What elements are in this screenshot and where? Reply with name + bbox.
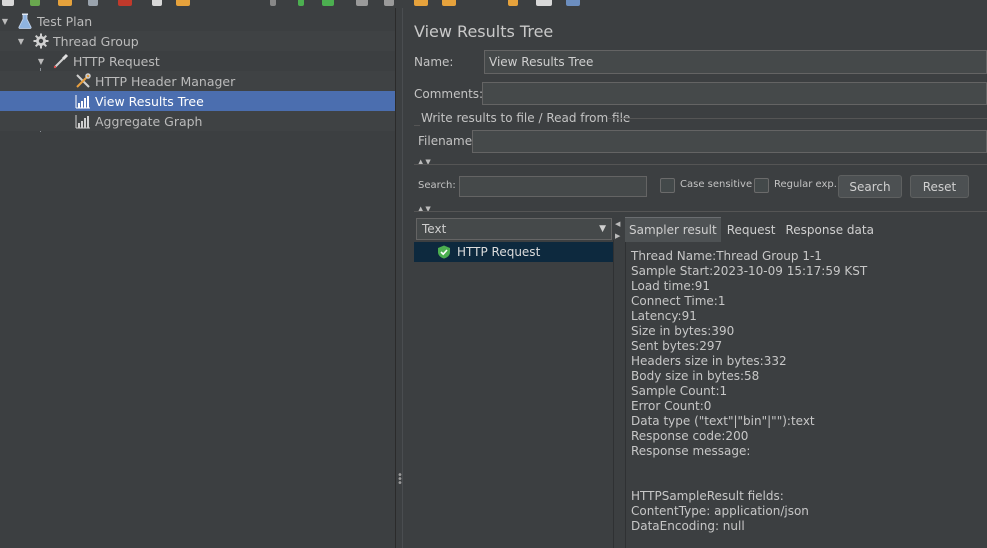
open-icon[interactable] [58,0,72,6]
start-no-pauses-icon[interactable] [322,0,334,6]
help-icon[interactable] [566,0,580,6]
result-line: Size in bytes:390 [631,324,735,338]
collapse-right-icon[interactable]: ▶ [615,232,620,240]
collapse-left-icon[interactable]: ◀ [615,220,620,228]
search-tree-icon[interactable] [508,0,518,6]
function-helper-icon[interactable] [536,0,552,6]
tree-item-label: HTTP Header Manager [95,73,236,89]
search-input[interactable] [459,176,647,197]
tree-item-view-results-tree[interactable]: View Results Tree [0,91,395,111]
file-section-border [414,125,420,126]
name-field[interactable]: View Results Tree [484,50,987,74]
result-line: Connect Time:1 [631,294,726,308]
tab-response-data[interactable]: Response data [781,218,877,242]
expand-arrow-icon[interactable]: ▼ [36,56,46,66]
tree-item-label: Aggregate Graph [95,113,203,129]
case-sensitive-label: Case sensitive [680,179,753,190]
reset-button[interactable]: Reset [910,175,969,198]
result-line: Thread Name:Thread Group 1-1 [631,249,822,263]
wrench-icon [74,72,92,90]
stop-icon[interactable] [356,0,368,6]
tree-item-label: Test Plan [37,13,93,29]
result-line: Headers size in bytes:332 [631,354,787,368]
main-splitter[interactable] [395,8,403,548]
sample-list: HTTP Request [414,240,614,548]
regular-exp-label: Regular exp. [774,179,837,190]
page-title: View Results Tree [414,22,554,41]
tree-item-http-request[interactable]: ▼ HTTP Request [0,51,395,71]
tab-request[interactable]: Request [723,218,780,242]
chevron-down-icon: ▼ [599,224,606,234]
comments-label: Comments: [414,87,484,101]
clear-all-icon[interactable] [442,0,456,6]
filename-label: Filename [418,134,473,148]
search-label: Search: [418,180,456,191]
results-splitter[interactable]: ◀ ▶ [613,214,623,548]
toggle-icon[interactable] [270,0,276,6]
tab-sampler-result[interactable]: Sampler result [625,217,721,242]
renderer-select[interactable]: Text ▼ [416,218,612,240]
start-icon[interactable] [298,0,304,6]
regular-exp-checkbox[interactable] [754,178,769,193]
result-line: Error Count:0 [631,399,712,413]
pipette-icon [52,52,70,70]
comments-field[interactable] [482,82,987,105]
tree-item-thread-group[interactable]: ▼ Thread Group [0,31,395,51]
expand-arrow-icon[interactable]: ▼ [0,16,10,26]
result-line: Load time:91 [631,279,711,293]
paste-icon[interactable] [176,0,190,6]
divider [414,211,987,212]
view-results-tree-panel: View Results Tree Name: View Results Tre… [403,8,987,548]
result-line: Data type ("text"|"bin"|""):text [631,414,815,428]
result-line: DataEncoding: null [631,519,745,533]
result-line: Sent bytes:297 [631,339,723,353]
shutdown-icon[interactable] [384,0,394,6]
toolbar [0,0,987,8]
clear-icon[interactable] [414,0,428,6]
renderer-selected: Text [422,222,447,236]
case-sensitive-checkbox[interactable] [660,178,675,193]
tree-item-aggregate-graph[interactable]: Aggregate Graph [0,111,395,131]
flask-icon [16,12,34,30]
expand-arrow-icon[interactable]: ▼ [16,36,26,46]
list-item-label: HTTP Request [457,245,541,259]
copy-icon[interactable] [152,0,162,6]
cut-icon[interactable] [118,0,132,6]
success-shield-icon [437,245,451,259]
filename-field[interactable] [472,130,987,153]
save-icon[interactable] [88,0,98,6]
result-tabs: Sampler result Request Response data [625,216,880,242]
tree-item-http-header-manager[interactable]: HTTP Header Manager [0,71,395,91]
sampler-result-text[interactable]: Thread Name:Thread Group 1-1 Sample Star… [625,242,987,548]
divider [414,164,987,165]
name-label: Name: [414,55,454,69]
graph-icon [74,92,92,110]
result-line: Sample Count:1 [631,384,728,398]
file-section-title: Write results to file / Read from file [421,111,631,125]
result-line: HTTPSampleResult fields: [631,489,784,503]
file-section-border [607,118,987,119]
list-item-http-request[interactable]: HTTP Request [414,242,613,262]
tree-item-label: Thread Group [53,33,139,49]
new-icon[interactable] [2,0,14,6]
result-line: Response message: [631,444,751,458]
tree-item-label: View Results Tree [95,93,204,109]
result-line: Response code:200 [631,429,749,443]
search-button[interactable]: Search [838,175,902,198]
test-plan-tree: ▼ Test Plan ▼ Thread Group ▼ HTTP Reques… [0,8,395,548]
result-line: Latency:91 [631,309,697,323]
tree-item-test-plan[interactable]: ▼ Test Plan [0,11,395,31]
tree-item-label: HTTP Request [73,53,160,69]
templates-icon[interactable] [30,0,40,6]
gear-icon [32,32,50,50]
result-line: Body size in bytes:58 [631,369,760,383]
result-line: Sample Start:2023-10-09 15:17:59 KST [631,264,868,278]
graph-icon [74,112,92,130]
result-line: ContentType: application/json [631,504,809,518]
